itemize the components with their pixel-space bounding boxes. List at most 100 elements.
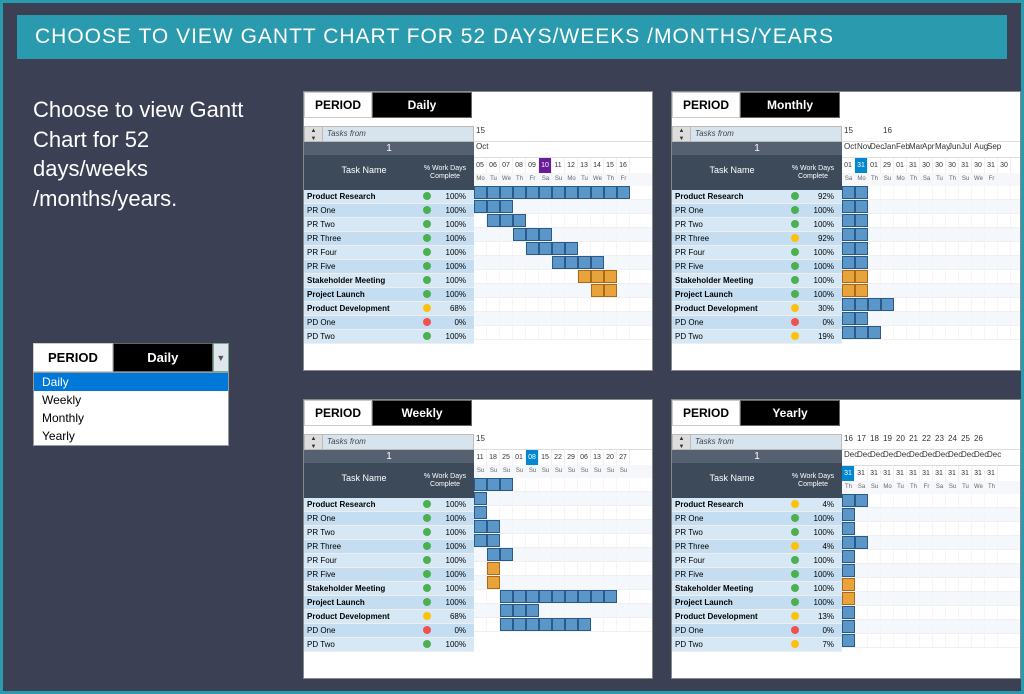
gantt-cell [946, 536, 959, 549]
status-dot-icon [422, 206, 432, 216]
gantt-bar-row [474, 604, 652, 618]
spin-down-icon[interactable]: ▼ [673, 443, 690, 451]
period-selected-value[interactable]: Daily [113, 343, 213, 372]
task-name: PR Three [304, 234, 422, 243]
gantt-cell [565, 590, 578, 603]
gantt-bar-row [842, 592, 1020, 606]
task-name: Project Launch [672, 598, 790, 607]
gantt-cell [972, 228, 985, 241]
date-cell: 13 [578, 158, 591, 173]
gantt-cell [881, 620, 894, 633]
gantt-cell [539, 242, 552, 255]
timeline-year-row: 15 [474, 434, 652, 450]
gantt-cell [933, 634, 946, 647]
gantt-cell [500, 548, 513, 561]
gantt-cell [972, 312, 985, 325]
date-cell: 31 [972, 466, 985, 481]
gantt-cell [959, 242, 972, 255]
spin-up-icon[interactable]: ▲ [673, 435, 690, 443]
status-dot-icon [790, 542, 800, 552]
spinner[interactable]: ▲▼ [305, 435, 323, 449]
gantt-cell [604, 214, 617, 227]
gantt-cell [907, 270, 920, 283]
gantt-cell [933, 508, 946, 521]
spin-value: 1 [672, 142, 842, 155]
gantt-bar-row [842, 634, 1020, 648]
gantt-cell [474, 590, 487, 603]
period-value[interactable]: Weekly [372, 400, 472, 426]
gantt-cell [617, 492, 630, 505]
gantt-cell [946, 284, 959, 297]
date-cell: 20 [604, 450, 617, 465]
spin-down-icon[interactable]: ▼ [305, 443, 322, 451]
gantt-cell [513, 312, 526, 325]
gantt-cell [539, 506, 552, 519]
task-row: Product Development 13% [672, 610, 842, 624]
gantt-cell [500, 284, 513, 297]
task-percent: 100% [800, 276, 838, 285]
spin-down-icon[interactable]: ▼ [673, 135, 690, 143]
dropdown-option-yearly[interactable]: Yearly [34, 427, 228, 445]
period-value[interactable]: Monthly [740, 92, 840, 118]
date-cell: 01 [842, 158, 855, 173]
dropdown-option-monthly[interactable]: Monthly [34, 409, 228, 427]
task-percent: 92% [800, 234, 838, 243]
gantt-cell [868, 606, 881, 619]
gantt-cell [565, 242, 578, 255]
gantt-cell [578, 284, 591, 297]
spin-down-icon[interactable]: ▼ [305, 135, 322, 143]
task-percent: 100% [800, 220, 838, 229]
task-row: PD One 0% [672, 316, 842, 330]
gantt-cell [842, 200, 855, 213]
task-percent: 100% [432, 220, 470, 229]
dropdown-option-daily[interactable]: Daily [34, 373, 228, 391]
status-dot-icon [790, 556, 800, 566]
task-percent: 100% [432, 584, 470, 593]
gantt-cell [933, 536, 946, 549]
gantt-cell [959, 522, 972, 535]
gantt-cell [474, 228, 487, 241]
gantt-cell [591, 604, 604, 617]
gantt-cell [500, 214, 513, 227]
task-percent: 4% [800, 500, 838, 509]
gantt-cell [855, 536, 868, 549]
gantt-cell [985, 508, 998, 521]
gantt-cell [907, 606, 920, 619]
status-dot-icon [790, 640, 800, 650]
task-percent: 100% [432, 290, 470, 299]
task-percent: 0% [432, 626, 470, 635]
gantt-cell [868, 242, 881, 255]
gantt-cell [487, 520, 500, 533]
spin-up-icon[interactable]: ▲ [673, 127, 690, 135]
task-row: PR Four 100% [672, 554, 842, 568]
dropdown-option-weekly[interactable]: Weekly [34, 391, 228, 409]
date-cell: 30 [933, 158, 946, 173]
gantt-cell [985, 270, 998, 283]
period-value[interactable]: Yearly [740, 400, 840, 426]
date-cell: 01 [513, 450, 526, 465]
dropdown-arrow-icon[interactable]: ▼ [213, 343, 229, 372]
spinner[interactable]: ▲▼ [305, 127, 323, 141]
gantt-cell [500, 604, 513, 617]
gantt-cell [894, 494, 907, 507]
gantt-bar-row [842, 578, 1020, 592]
gantt-cell [881, 284, 894, 297]
gantt-cell [972, 200, 985, 213]
spin-up-icon[interactable]: ▲ [305, 435, 322, 443]
gantt-cell [617, 576, 630, 589]
gantt-cell [578, 548, 591, 561]
task-name-header: Task Name [676, 165, 788, 180]
spin-up-icon[interactable]: ▲ [305, 127, 322, 135]
status-dot-icon [422, 612, 432, 622]
date-cell: 30 [920, 158, 933, 173]
period-value[interactable]: Daily [372, 92, 472, 118]
spinner[interactable]: ▲▼ [673, 435, 691, 449]
status-dot-icon [422, 318, 432, 328]
gantt-cell [959, 256, 972, 269]
gantt-cell [842, 508, 855, 521]
status-dot-icon [790, 192, 800, 202]
task-name: Project Launch [672, 290, 790, 299]
spinner[interactable]: ▲▼ [673, 127, 691, 141]
task-name: PR Four [672, 248, 790, 257]
gantt-bar-row [474, 228, 652, 242]
